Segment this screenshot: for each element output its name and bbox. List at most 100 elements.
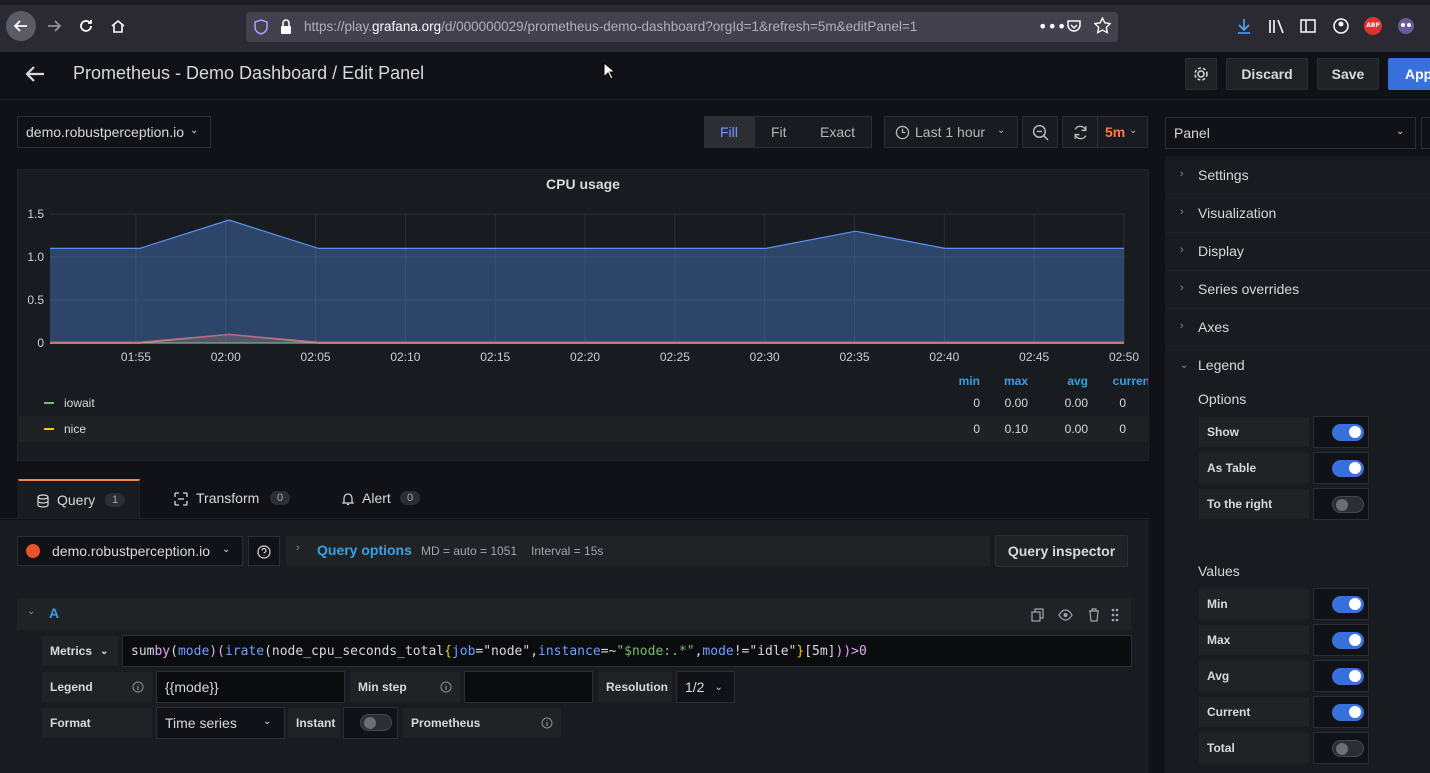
apply-button[interactable]: Apply — [1388, 58, 1430, 90]
library-icon[interactable] — [1268, 18, 1286, 38]
query-row-header[interactable]: ⌄ A — [17, 598, 1131, 630]
format-select[interactable]: Time series ⌄ — [156, 707, 285, 739]
x-tick-label: 02:35 — [840, 350, 870, 364]
legend-series-name[interactable]: nice — [64, 422, 86, 436]
legend-format-input[interactable]: {{mode}} — [156, 671, 345, 703]
pocket-icon[interactable] — [1066, 18, 1082, 38]
bookmark-star-icon[interactable] — [1093, 16, 1112, 38]
browser-tabstrip — [0, 0, 1430, 5]
account-icon[interactable] — [1333, 18, 1349, 38]
drag-handle-icon[interactable] — [1111, 607, 1119, 626]
value-total-toggle[interactable] — [1332, 740, 1364, 757]
expr-token: mode — [702, 643, 734, 659]
options-pane-button[interactable] — [1421, 117, 1430, 149]
metrics-dropdown[interactable]: Metrics ⌄ — [41, 635, 119, 667]
legend-swatch[interactable] — [44, 402, 54, 404]
time-range-picker[interactable]: Last 1 hour ⌄ — [884, 116, 1018, 148]
format-value: Time series — [165, 715, 237, 731]
legend-row-nice[interactable]: nice 0 0.10 0.00 0 — [18, 416, 1148, 442]
legend-series-name[interactable]: iowait — [64, 396, 95, 410]
instant-toggle-wrapper — [343, 707, 398, 739]
zoom-out-icon — [1032, 124, 1049, 145]
shield-icon[interactable] — [254, 19, 268, 39]
exact-mode-button[interactable]: Exact — [805, 117, 871, 147]
value-max-toggle[interactable] — [1332, 632, 1364, 649]
tab-query[interactable]: Query 1 — [18, 479, 140, 519]
info-circle-icon[interactable] — [541, 717, 553, 732]
extension-icon[interactable] — [1397, 17, 1415, 39]
more-icon[interactable]: ••• — [1038, 17, 1066, 36]
section-legend[interactable]: ⌄ Legend — [1166, 347, 1430, 385]
query-options-label[interactable]: Query options — [317, 542, 412, 558]
refresh-picker[interactable]: 5m ⌄ — [1062, 116, 1148, 148]
info-circle-icon[interactable] — [132, 681, 144, 696]
legend-header-min[interactable]: min — [958, 374, 980, 388]
tab-alert[interactable]: Alert 0 — [330, 479, 430, 519]
eye-icon[interactable] — [1058, 607, 1073, 626]
query-options-bar[interactable]: › Query options MD = auto = 1051 Interva… — [286, 536, 990, 566]
option-to-the-right-toggle[interactable] — [1332, 496, 1364, 513]
x-tick-label: 01:55 — [121, 350, 151, 364]
fit-mode-button[interactable]: Fit — [755, 117, 805, 147]
home-icon[interactable] — [104, 12, 132, 40]
refresh-icon[interactable] — [1072, 124, 1089, 145]
legend-header-avg[interactable]: avg — [1064, 374, 1088, 388]
panel-settings-button[interactable] — [1185, 58, 1217, 90]
option-show-toggle[interactable] — [1332, 424, 1364, 441]
lock-icon[interactable] — [280, 19, 292, 39]
back-arrow-icon[interactable] — [24, 64, 46, 88]
back-icon[interactable] — [6, 11, 36, 41]
value-current-field — [1313, 696, 1369, 728]
zoom-out-button[interactable] — [1022, 116, 1058, 148]
value-avg-toggle[interactable] — [1332, 668, 1364, 685]
download-icon[interactable] — [1236, 18, 1252, 38]
option-as-table-label: As Table — [1198, 452, 1310, 484]
min-step-input[interactable] — [464, 671, 593, 703]
section-axes[interactable]: › Axes — [1166, 309, 1430, 347]
x-tick-label: 02:40 — [929, 350, 959, 364]
toggle-knob — [1349, 462, 1361, 474]
legend-header-current[interactable]: current — [1098, 374, 1148, 388]
info-circle-icon[interactable] — [440, 681, 452, 696]
query-datasource-picker[interactable]: demo.robustperception.io ⌄ — [17, 536, 243, 566]
value-min-label: Min — [1198, 588, 1310, 620]
legend-swatch[interactable] — [44, 428, 54, 430]
help-button[interactable] — [248, 536, 280, 566]
value-current-toggle[interactable] — [1332, 704, 1364, 721]
fill-mode-button[interactable]: Fill — [705, 117, 755, 147]
option-as-table-toggle[interactable] — [1332, 460, 1364, 477]
expr-token: } — [796, 643, 805, 659]
options-pane-select[interactable]: Panel ⌄ — [1165, 117, 1416, 149]
adblock-icon[interactable]: ABP — [1364, 17, 1382, 35]
reload-icon[interactable] — [72, 12, 100, 40]
resolution-select[interactable]: 1/2 ⌄ — [676, 671, 735, 703]
refresh-interval-value[interactable]: 5m — [1105, 124, 1125, 140]
save-button[interactable]: Save — [1317, 58, 1379, 90]
discard-button[interactable]: Discard — [1226, 58, 1308, 90]
chevron-down-icon[interactable]: ⌄ — [27, 606, 35, 617]
value-min-toggle[interactable] — [1332, 596, 1364, 613]
datasource-variable-select[interactable]: demo.robustperception.io ⌄ — [17, 116, 211, 148]
query-ref-id[interactable]: A — [49, 605, 59, 621]
section-settings[interactable]: › Settings — [1166, 157, 1430, 195]
forward-icon[interactable] — [40, 12, 68, 40]
instant-toggle[interactable] — [360, 714, 392, 731]
fill-mode-label: Fill — [720, 124, 738, 140]
sidebar-icon[interactable] — [1300, 18, 1316, 38]
url-bar[interactable]: https://play.grafana.org/d/000000029/pro… — [246, 12, 1118, 42]
prometheus-help-label: Prometheus — [402, 707, 562, 739]
query-inspector-button[interactable]: Query inspector — [995, 535, 1128, 567]
section-visualization[interactable]: › Visualization — [1166, 195, 1430, 233]
panel-title[interactable]: CPU usage — [18, 176, 1148, 192]
duplicate-query-icon[interactable] — [1031, 607, 1044, 626]
legend-header-max[interactable]: max — [1004, 374, 1028, 388]
legend-row-iowait[interactable]: iowait 0 0.00 0.00 0 — [18, 390, 1148, 416]
promql-expression-input[interactable]: sum by(mode)(irate (node_cpu_seconds_tota… — [122, 635, 1132, 667]
trash-icon[interactable] — [1088, 607, 1100, 626]
section-series-overrides[interactable]: › Series overrides — [1166, 271, 1430, 309]
tab-transform[interactable]: Transform 0 — [160, 479, 300, 519]
section-display[interactable]: › Display — [1166, 233, 1430, 271]
toggle-knob — [1349, 670, 1361, 682]
tab-transform-count: 0 — [270, 491, 291, 505]
toggle-knob — [1349, 598, 1361, 610]
